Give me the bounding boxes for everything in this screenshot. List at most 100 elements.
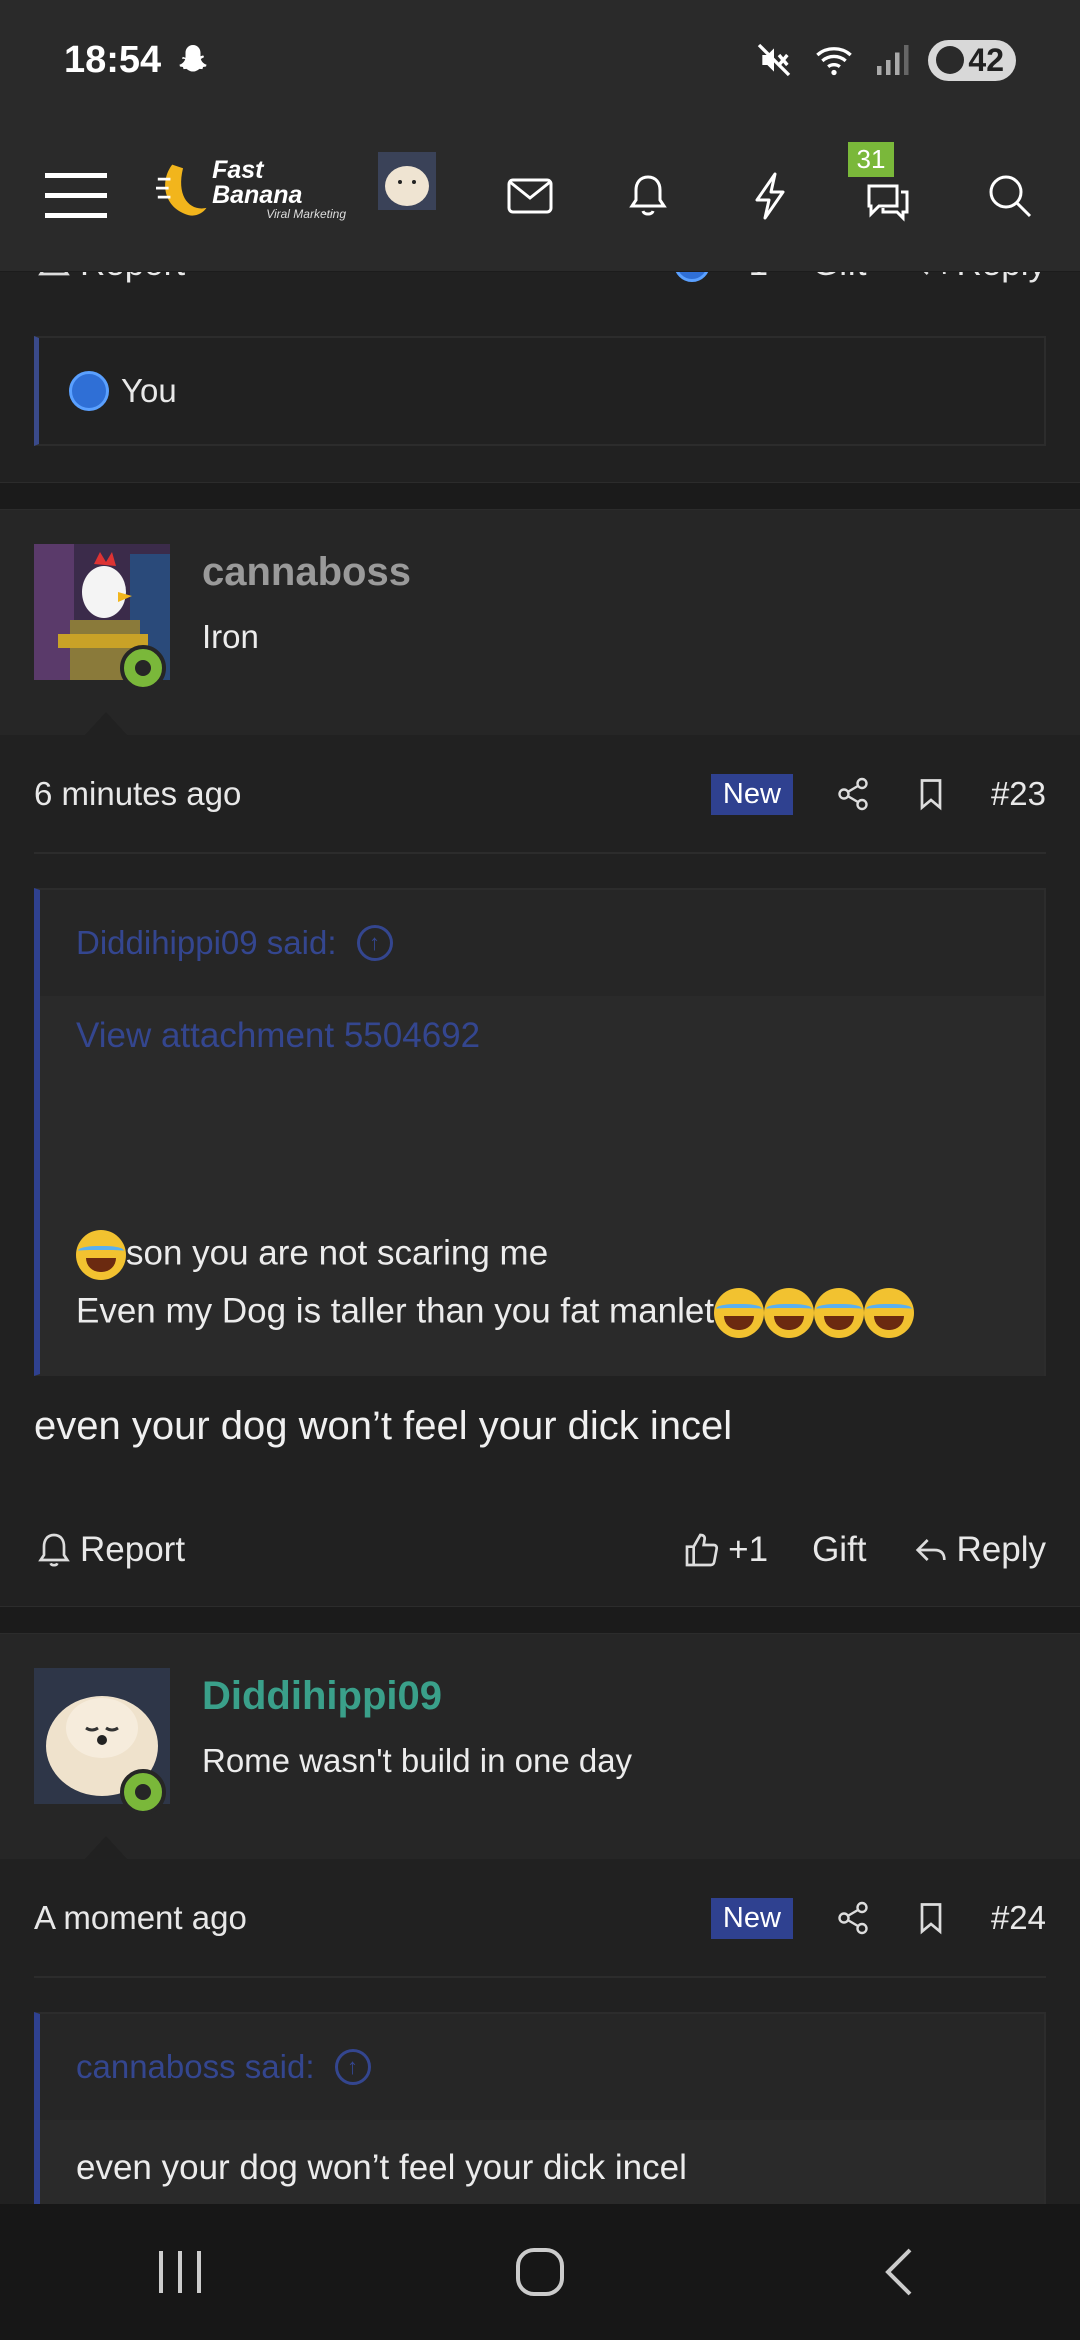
- like-count: +1: [728, 1530, 769, 1569]
- menu-icon[interactable]: [44, 164, 108, 228]
- like-button[interactable]: +1: [682, 1530, 768, 1570]
- home-button[interactable]: [500, 2232, 580, 2312]
- post-24-userblock: Diddihippi09 Rome wasn't build in one da…: [0, 1634, 1080, 1860]
- post-23-quote: Diddihippi09 said: ↑ View attachment 550…: [34, 888, 1046, 1376]
- thumbs-up-icon: [685, 1533, 719, 1567]
- status-time: 18:54: [64, 38, 162, 81]
- post-author-name[interactable]: Diddihippi09: [202, 1674, 442, 1719]
- jump-to-quote-icon[interactable]: ↑: [356, 925, 393, 961]
- report-button[interactable]: Report: [34, 272, 185, 284]
- battery-saver-icon: [936, 46, 965, 74]
- like-reaction-icon: [69, 371, 109, 411]
- site-logo[interactable]: Fast Banana Viral Marketing: [156, 148, 346, 230]
- conversations-count-badge: 31: [848, 142, 894, 177]
- post-23-actions: Report +1 Gift Reply: [34, 1530, 1046, 1570]
- like-count: +1: [728, 272, 768, 284]
- crying-laughing-emoji-icon: [814, 1288, 865, 1338]
- logo-title: Fast Banana: [212, 156, 303, 209]
- battery-level: 42: [968, 41, 1004, 78]
- header-user-avatar[interactable]: [378, 152, 436, 210]
- bookmark-icon[interactable]: [913, 776, 949, 812]
- quote-header[interactable]: cannaboss said: ↑: [40, 2014, 1044, 2120]
- recent-apps-icon: [159, 2251, 201, 2293]
- post-24-quote: cannaboss said: ↑ even your dog won’t fe…: [34, 2012, 1046, 2204]
- post-timestamp[interactable]: 6 minutes ago: [34, 775, 241, 813]
- online-status-icon: [120, 645, 166, 691]
- conversations-icon[interactable]: [856, 168, 920, 232]
- home-icon: [516, 2248, 564, 2296]
- snapchat-icon: [179, 45, 207, 72]
- share-icon[interactable]: [835, 776, 871, 812]
- previous-post-actions: Report +1 Gift Reply: [34, 272, 1046, 284]
- gift-button[interactable]: Gift: [812, 1530, 866, 1570]
- reply-label: Reply: [957, 272, 1046, 284]
- quote-line-2-text: Even my Dog is taller than you fat manle…: [76, 1291, 715, 1331]
- jump-to-quote-icon[interactable]: ↑: [334, 2049, 371, 2085]
- status-bar: 18:54 42: [0, 0, 1080, 120]
- new-badge: New: [710, 1897, 793, 1939]
- reply-arrow-icon: [923, 272, 946, 275]
- reply-button[interactable]: Reply: [911, 272, 1046, 284]
- userblock-arrow: [84, 712, 128, 736]
- back-button[interactable]: [860, 2232, 940, 2312]
- new-badge: New: [710, 773, 793, 815]
- post-number[interactable]: #23: [991, 775, 1046, 813]
- signal-icon: [877, 45, 909, 75]
- notifications-bell-icon[interactable]: [616, 164, 680, 228]
- app-header: Fast Banana Viral Marketing 31: [0, 120, 1080, 272]
- share-icon[interactable]: [835, 1900, 871, 1936]
- quote-body: View attachment 5504692 son you are not …: [40, 996, 1044, 1376]
- post-author-title: Iron: [202, 618, 259, 655]
- attachment-link[interactable]: View attachment 5504692: [76, 1016, 1008, 1056]
- reply-label: Reply: [956, 1530, 1046, 1569]
- quote-author: Diddihippi09 said:: [76, 924, 337, 961]
- battery-indicator: 42: [928, 39, 1016, 81]
- crying-laughing-emoji-icon: [864, 1288, 915, 1338]
- report-bell-icon: [38, 272, 70, 276]
- reply-button[interactable]: Reply: [911, 1530, 1046, 1570]
- post-divider: [0, 1606, 1080, 1634]
- post-23-body: even your dog won’t feel your dick incel: [34, 1404, 733, 1448]
- meta-separator: [34, 852, 1046, 854]
- post-24-meta: A moment ago New #24: [34, 1888, 1046, 1948]
- bookmark-icon[interactable]: [913, 1900, 949, 1936]
- quote-body: even your dog won’t feel your dick incel: [40, 2120, 1044, 2204]
- report-label: Report: [80, 1530, 186, 1569]
- quote-header[interactable]: Diddihippi09 said: ↑: [40, 890, 1044, 996]
- system-navigation-bar: [0, 2204, 1080, 2340]
- thread-content: Report +1 Gift Reply You: [0, 272, 1080, 2204]
- report-button[interactable]: Report: [34, 1530, 185, 1570]
- reply-arrow-icon: [915, 1539, 946, 1561]
- quote-line-1-text: son you are not scaring me: [126, 1233, 549, 1273]
- back-icon: [885, 2248, 912, 2296]
- report-label: Report: [80, 272, 185, 284]
- post-author-name[interactable]: cannaboss: [202, 550, 411, 595]
- post-23-meta: 6 minutes ago New #23: [34, 764, 1046, 824]
- wifi-icon: [816, 47, 853, 76]
- reactions-users: You: [121, 372, 177, 409]
- report-bell-icon: [38, 1533, 70, 1567]
- reactions-summary[interactable]: You: [34, 336, 1046, 446]
- quote-author: cannaboss said:: [76, 2048, 315, 2085]
- quote-line-1: son you are not scaring me: [76, 1230, 548, 1280]
- recent-apps-button[interactable]: [140, 2232, 220, 2312]
- inbox-icon[interactable]: [498, 164, 562, 228]
- post-author-title: Rome wasn't build in one day: [202, 1742, 633, 1779]
- banana-logo-icon: [156, 164, 207, 216]
- whats-new-bolt-icon[interactable]: [738, 164, 802, 228]
- like-button[interactable]: +1: [674, 272, 768, 284]
- post-number[interactable]: #24: [991, 1899, 1046, 1937]
- crying-laughing-emoji-icon: [764, 1288, 815, 1338]
- post-timestamp[interactable]: A moment ago: [34, 1899, 247, 1937]
- online-status-icon: [120, 1769, 166, 1815]
- logo-subtitle: Viral Marketing: [266, 207, 346, 221]
- crying-laughing-emoji-icon: [76, 1230, 126, 1280]
- quote-line-2: Even my Dog is taller than you fat manle…: [76, 1288, 915, 1338]
- gift-button[interactable]: Gift: [812, 272, 866, 284]
- quote-text: even your dog won’t feel your dick incel: [76, 2148, 687, 2187]
- post-23-userblock: cannaboss Iron: [0, 510, 1080, 736]
- mute-icon: [758, 43, 791, 77]
- like-reaction-icon: [674, 272, 711, 282]
- crying-laughing-emoji-icon: [714, 1288, 765, 1338]
- search-icon[interactable]: [978, 164, 1042, 228]
